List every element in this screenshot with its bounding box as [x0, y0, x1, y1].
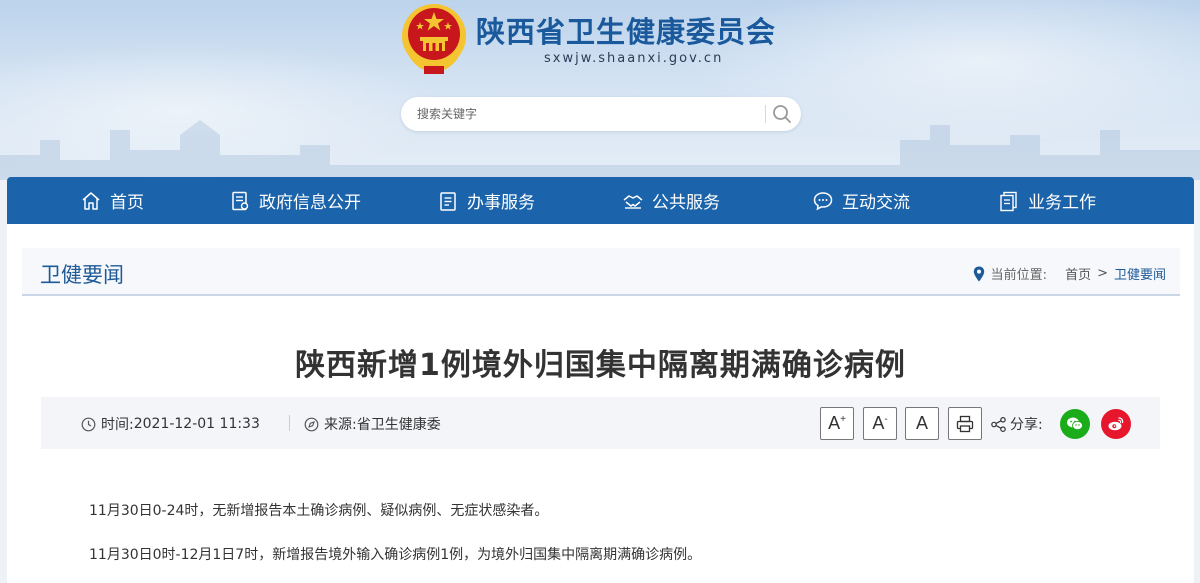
font-size-decrease-button[interactable]: A- — [863, 407, 897, 440]
clock-icon — [81, 417, 96, 431]
nav-item-interaction[interactable]: 互动交流 — [812, 177, 910, 224]
breadcrumb-home-link[interactable]: 首页 — [1065, 264, 1091, 283]
nav-item-label: 公共服务 — [652, 193, 720, 213]
font-increase-letter: A — [828, 413, 841, 433]
article-meta-bar: 时间: 2021-12-01 11:33 来源: 省卫生健康委 A + A- A … — [41, 397, 1160, 449]
article-paragraph: 11月30日0时-12月1日7时，新增报告境外输入确诊病例1例，为境外归国集中隔… — [89, 547, 702, 563]
article-paragraph: 11月30日0-24时，无新增报告本土确诊病例、疑似病例、无症状感染者。 — [89, 503, 549, 519]
printer-icon — [956, 415, 974, 432]
location-pin-icon — [973, 266, 984, 281]
nav-item-home[interactable]: 首页 — [80, 177, 144, 224]
meta-divider — [289, 415, 290, 431]
nav-item-label: 业务工作 — [1028, 193, 1096, 213]
font-decrease-letter: A — [872, 413, 885, 433]
header-banner: 陕西省卫生健康委员会 sxwjw.shaanxi.gov.cn — [0, 0, 1200, 180]
search-box — [401, 97, 801, 131]
clipboard-icon — [440, 191, 456, 211]
time-label: 时间: — [101, 417, 134, 433]
font-size-reset-button[interactable]: A — [905, 407, 939, 440]
search-divider — [765, 105, 766, 123]
nav-item-label: 互动交流 — [842, 193, 910, 213]
wechat-share-button[interactable] — [1060, 409, 1090, 439]
publish-time: 时间: 2021-12-01 11:33 — [81, 414, 260, 434]
folder-stack-icon — [1000, 191, 1017, 211]
home-icon — [82, 191, 100, 210]
chat-bubble-icon — [813, 191, 833, 210]
breadcrumb: 当前位置: 首页 > 卫健要闻 — [973, 264, 1166, 283]
share-icon — [991, 416, 1006, 432]
nav-item-business[interactable]: 业务工作 — [998, 177, 1096, 224]
time-value: 2021-12-01 11:33 — [133, 416, 260, 432]
source-value: 省卫生健康委 — [356, 417, 441, 433]
handshake-icon — [623, 194, 643, 209]
weibo-icon — [1108, 417, 1124, 431]
nav-item-label: 办事服务 — [467, 193, 535, 213]
nav-item-services[interactable]: 办事服务 — [437, 177, 535, 224]
article-source: 来源: 省卫生健康委 — [304, 414, 441, 434]
site-domain: sxwjw.shaanxi.gov.cn — [544, 51, 724, 66]
location-label: 当前位置: — [990, 268, 1048, 283]
nav-item-label: 政府信息公开 — [259, 193, 361, 213]
document-list-icon — [232, 191, 249, 210]
source-label: 来源: — [324, 417, 357, 433]
content-panel: 卫健要闻 当前位置: 首页 > 卫健要闻 陕西新增1例境外归国集中隔离期满确诊病… — [7, 224, 1194, 583]
site-title: 陕西省卫生健康委员会 — [476, 15, 777, 49]
breadcrumb-separator: > — [1097, 266, 1108, 281]
font-reset-letter: A — [915, 413, 928, 433]
wechat-icon — [1067, 417, 1083, 431]
share-section: 分享: — [990, 414, 1043, 434]
main-nav: 首页 政府信息公开 办事服务 公共服务 互动交流 业务工作 — [7, 177, 1194, 224]
section-title: 卫健要闻 — [40, 263, 124, 287]
weibo-share-button[interactable] — [1101, 409, 1131, 439]
font-increase-plus: + — [840, 414, 846, 425]
font-decrease-minus: - — [884, 414, 888, 425]
article-title: 陕西新增1例境外归国集中隔离期满确诊病例 — [295, 348, 906, 383]
font-size-increase-button[interactable]: A + — [820, 407, 854, 440]
nav-item-label: 首页 — [110, 193, 144, 213]
nav-item-gov-info[interactable]: 政府信息公开 — [229, 177, 361, 224]
share-label: 分享: — [1010, 417, 1043, 433]
compass-icon — [304, 417, 319, 431]
search-input[interactable] — [417, 104, 757, 124]
print-button[interactable] — [948, 407, 982, 440]
search-icon[interactable] — [771, 103, 793, 125]
breadcrumb-current-link[interactable]: 卫健要闻 — [1114, 264, 1166, 283]
nav-item-public-services[interactable]: 公共服务 — [622, 177, 720, 224]
national-emblem-logo — [402, 4, 466, 74]
section-header: 卫健要闻 当前位置: 首页 > 卫健要闻 — [22, 248, 1180, 296]
